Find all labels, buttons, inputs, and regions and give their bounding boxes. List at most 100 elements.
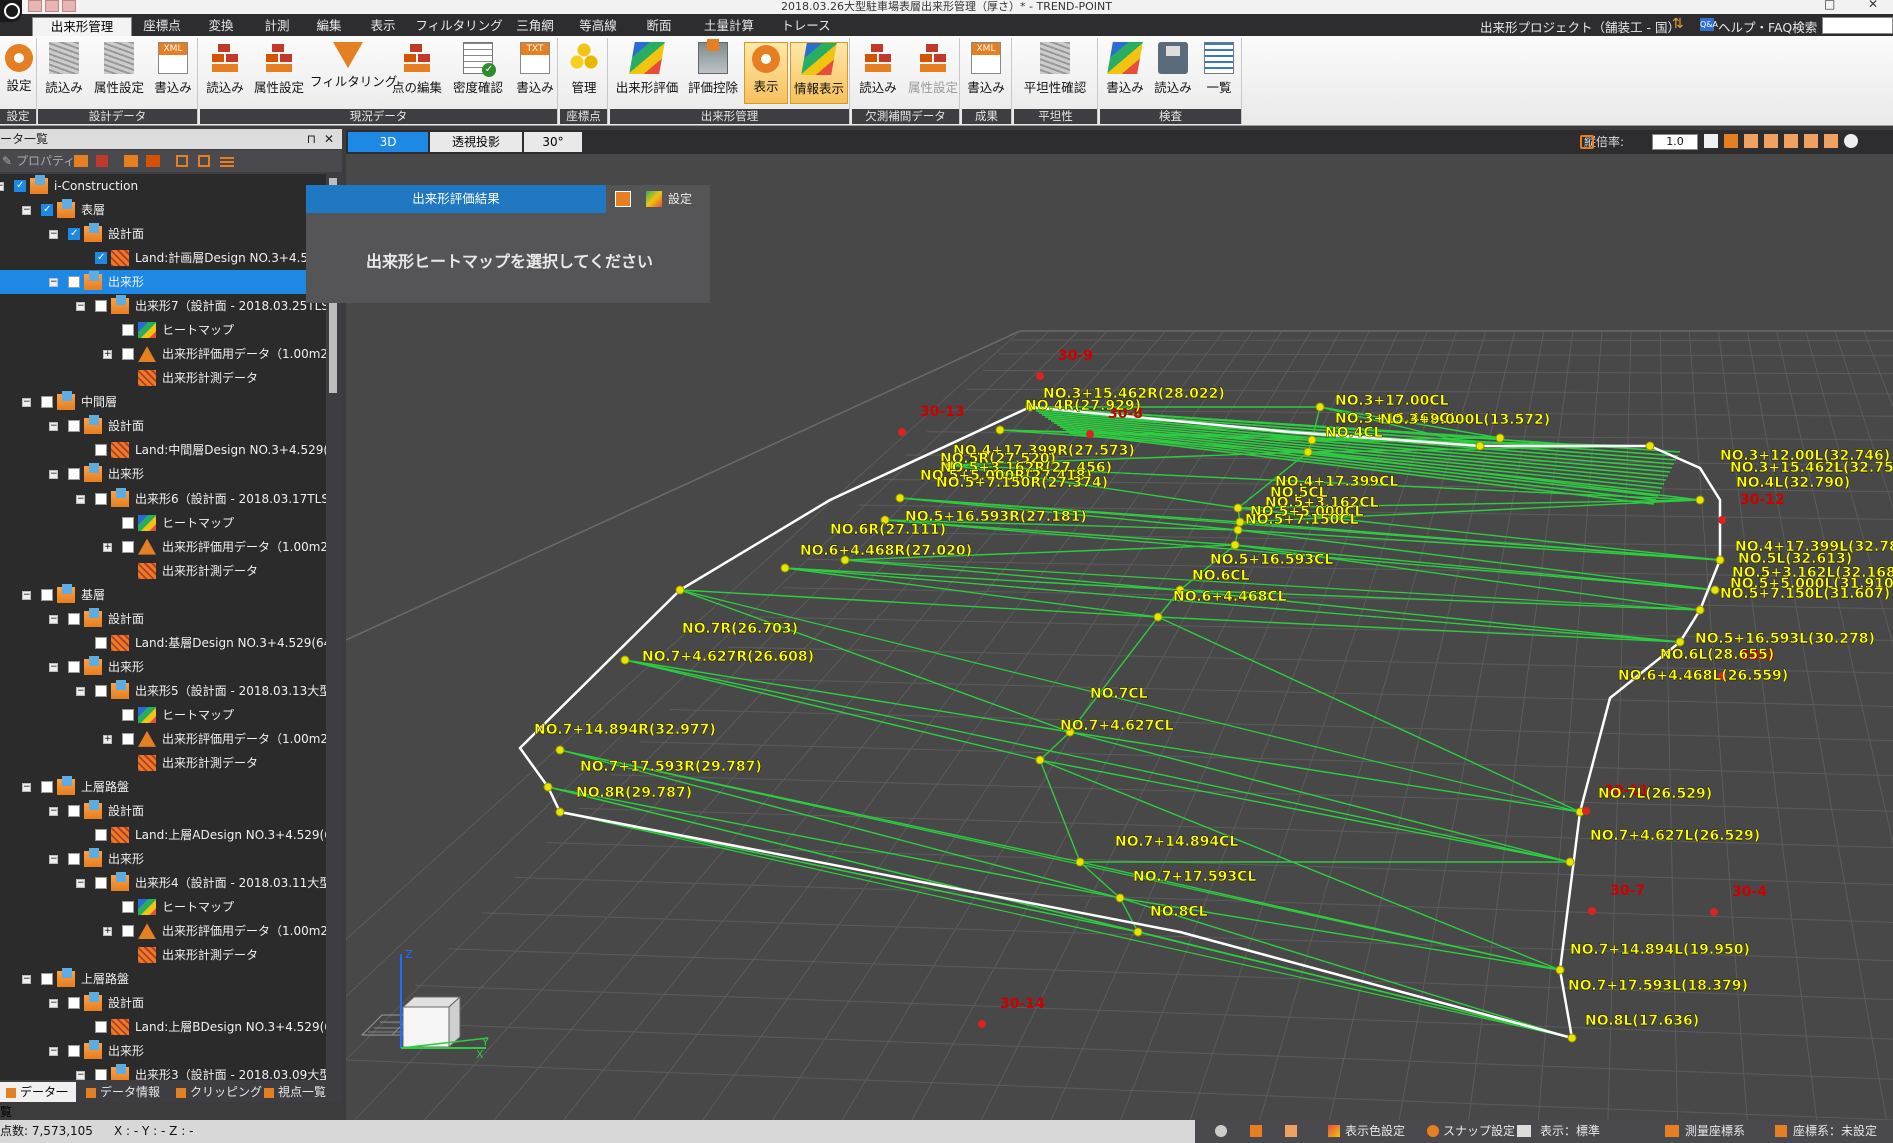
tree-checkbox[interactable] — [68, 468, 80, 481]
tree-checkbox[interactable] — [95, 684, 107, 697]
display-color-button[interactable]: 表示色設定 — [1345, 1120, 1405, 1143]
tree-checkbox[interactable] — [95, 246, 107, 270]
collapse-icon[interactable]: − — [22, 590, 31, 600]
tab-0[interactable]: 出来形管理 — [32, 17, 132, 36]
eye-icon[interactable] — [1215, 1125, 1227, 1137]
ribbon-button-4-2[interactable]: 表示 — [744, 42, 788, 104]
tree-item[interactable]: 出来形計測データ — [0, 943, 326, 967]
view-tab-2[interactable]: 30° — [524, 132, 582, 152]
collapse-icon[interactable]: − — [22, 398, 31, 408]
expand-icon[interactable]: + — [103, 927, 112, 937]
snap-settings-button[interactable]: スナップ設定 — [1443, 1120, 1515, 1143]
left-tab-0[interactable]: データ一覧 — [0, 1082, 76, 1119]
left-tab-3[interactable]: 視点一覧 — [258, 1082, 342, 1102]
tree-checkbox[interactable] — [14, 174, 26, 198]
ribbon-button-8-2[interactable]: 一覧 — [1198, 42, 1240, 104]
tree-checkbox[interactable] — [68, 853, 80, 866]
view-tab-1[interactable]: 透視投影 — [430, 132, 522, 152]
view-back-icon[interactable] — [1744, 134, 1758, 148]
evaluation-settings-button[interactable]: 設定 — [640, 185, 710, 213]
tree-item[interactable]: Land:上層ADesign NO.3+4.529(64.5 — [0, 823, 326, 847]
tree-item[interactable]: ヒートマップ — [0, 511, 326, 535]
ribbon-button-1-1[interactable]: 属性設定 — [90, 42, 148, 104]
tree-item[interactable]: − 上層路盤 — [0, 967, 326, 991]
collapse-icon[interactable]: − — [49, 1047, 58, 1057]
tree-item[interactable]: − 出来形 — [0, 270, 326, 295]
evaluation-result-header[interactable]: 出来形評価結果 — [306, 185, 606, 213]
pin-tool-icon[interactable] — [1250, 1125, 1262, 1137]
collapse-icon[interactable]: − — [49, 230, 58, 240]
collapse-icon[interactable]: − — [49, 999, 58, 1009]
ribbon-button-2-2[interactable]: フィルタリング — [310, 42, 397, 104]
pen-icon[interactable] — [96, 155, 108, 167]
tree-checkbox[interactable] — [41, 781, 53, 793]
properties-button[interactable]: プロパティ — [16, 150, 75, 172]
tree-checkbox[interactable] — [95, 877, 107, 890]
ribbon-button-5-0[interactable]: 読込み — [854, 42, 902, 104]
tree-checkbox[interactable] — [41, 973, 53, 986]
tools-icon[interactable] — [146, 155, 160, 167]
tree-item[interactable]: Land:中間層Design NO.3+4.529(64. — [0, 438, 326, 462]
tree-item[interactable]: ヒートマップ — [0, 318, 326, 342]
tree-checkbox[interactable] — [41, 198, 53, 222]
ribbon-button-2-4[interactable]: 密度確認 — [448, 42, 508, 104]
help-qa-icon[interactable]: Q&A — [1700, 18, 1718, 31]
help-search-input[interactable] — [1822, 17, 1893, 34]
properties-icon[interactable]: ✎ — [2, 150, 12, 172]
list-icon[interactable] — [220, 155, 234, 167]
tab-5[interactable]: 表示 — [360, 17, 406, 36]
collapse-icon[interactable]: − — [49, 807, 58, 817]
tree-checkbox[interactable] — [122, 324, 134, 337]
left-tab-1[interactable]: データ情報 — [80, 1082, 168, 1102]
tree-item[interactable]: − 設計面 — [0, 414, 326, 438]
tree-checkbox[interactable] — [41, 396, 53, 409]
collapse-icon[interactable]: − — [49, 422, 58, 432]
tree-item[interactable]: − 設計面 — [0, 222, 326, 246]
tree-item[interactable]: − 中間層 — [0, 390, 326, 414]
tree-item[interactable]: + 出来形評価用データ（1.00m2あ — [0, 727, 326, 751]
tree-item[interactable]: + 出来形評価用データ（1.00m2あ — [0, 342, 326, 366]
collapse-icon[interactable]: − — [49, 470, 58, 480]
tree-checkbox[interactable] — [122, 925, 134, 938]
bricks-icon[interactable] — [124, 155, 138, 167]
tree-item[interactable]: − 基層 — [0, 583, 326, 607]
tree-checkbox[interactable] — [68, 805, 80, 818]
ribbon-button-8-1[interactable]: 読込み — [1150, 42, 1196, 104]
tree-checkbox[interactable] — [122, 708, 134, 721]
camera-icon[interactable] — [1285, 1125, 1297, 1137]
tab-8[interactable]: 等高線 — [572, 17, 624, 36]
ribbon-button-2-1[interactable]: 属性設定 — [250, 42, 308, 104]
restore-icon[interactable]: □ — [1824, 0, 1835, 11]
tree-item[interactable]: − 出来形 — [0, 1039, 326, 1063]
tree-checkbox[interactable] — [68, 660, 80, 673]
collapse-icon[interactable]: − — [76, 686, 85, 696]
tree-item[interactable]: ヒートマップ — [0, 703, 326, 727]
tree-checkbox[interactable] — [95, 1021, 107, 1034]
view-front-icon[interactable] — [1724, 134, 1738, 148]
tab-6[interactable]: フィルタリング — [414, 17, 504, 36]
tree-checkbox[interactable] — [122, 516, 134, 529]
tab-4[interactable]: 編集 — [306, 17, 352, 36]
expand-icon[interactable]: + — [103, 734, 112, 744]
ribbon-button-2-3[interactable]: 点の編集 — [388, 42, 446, 104]
tree-checkbox[interactable] — [122, 348, 134, 361]
ribbon-button-7-0[interactable]: 平坦性確認 — [1016, 42, 1094, 104]
pin-icon[interactable]: ⊓ — [307, 129, 316, 149]
tree-item[interactable]: − 表層 — [0, 198, 326, 222]
home-view-icon[interactable] — [1704, 134, 1718, 148]
ribbon-button-6-0[interactable]: 書込み — [964, 42, 1008, 104]
collapse-icon[interactable]: − — [49, 614, 58, 624]
collapse-icon[interactable]: − — [76, 1071, 85, 1080]
collapse-icon[interactable]: − — [22, 783, 31, 792]
view-right-icon[interactable] — [1784, 134, 1798, 148]
evaluation-report-button[interactable] — [606, 185, 640, 213]
tree-item[interactable]: 出来形計測データ — [0, 751, 326, 775]
ribbon-button-3-0[interactable]: 管理 — [562, 42, 606, 104]
tree-checkbox[interactable] — [122, 540, 134, 553]
tree-checkbox[interactable] — [122, 901, 134, 914]
tree-item[interactable]: − 出来形7（設計面 - 2018.03.25TLS大 — [0, 294, 326, 318]
coord-sys-label[interactable]: 座標系：未設定 — [1793, 1120, 1877, 1143]
collapse-icon[interactable]: − — [76, 494, 85, 504]
display-mode-label[interactable]: 表示：標準 — [1540, 1120, 1600, 1143]
tree-item[interactable]: Land:基層Design NO.3+4.529(64.52 — [0, 631, 326, 655]
